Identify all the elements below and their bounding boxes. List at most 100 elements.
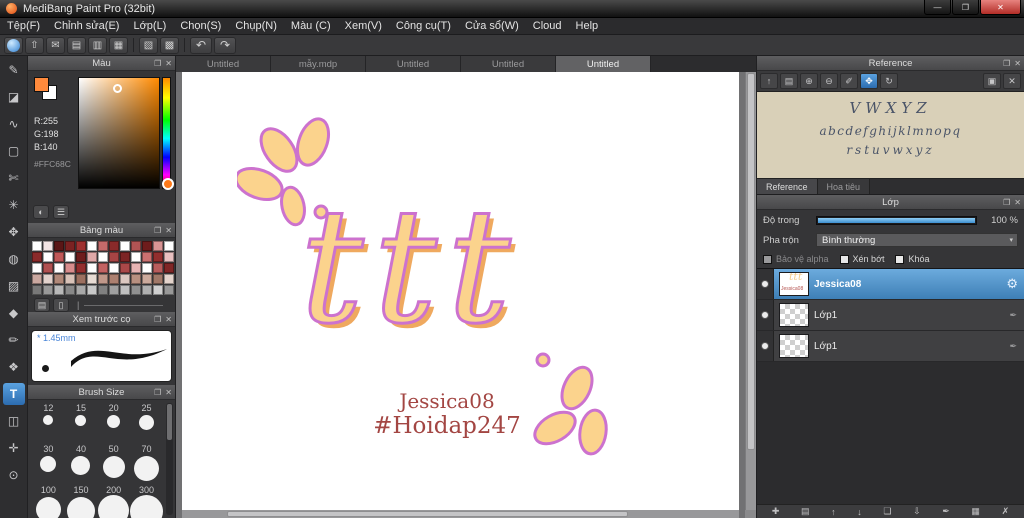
menu-item-cloud[interactable]: Cloud: [526, 18, 569, 34]
palette-swatch[interactable]: [32, 263, 42, 273]
palette-swatch[interactable]: [164, 285, 174, 295]
palette-swatch[interactable]: [32, 274, 42, 284]
palette-swatch[interactable]: [109, 274, 119, 284]
canvas-horizontal-scrollbar[interactable]: [182, 510, 739, 518]
palette-swatch[interactable]: [98, 263, 108, 273]
tab-untitled-2[interactable]: Untitled: [366, 56, 461, 72]
move-up-icon[interactable]: ↑: [831, 507, 836, 517]
palette-swatch[interactable]: [54, 252, 64, 262]
move-tool-icon[interactable]: ✥: [3, 221, 25, 243]
menu-item-lop[interactable]: Lớp(L): [126, 18, 173, 34]
brush-size-option[interactable]: 30: [32, 444, 65, 485]
popout-icon[interactable]: ❐: [1003, 198, 1010, 207]
brush-size-option[interactable]: 100: [32, 485, 65, 518]
brush-size-option[interactable]: 15: [65, 403, 98, 444]
palette-swatch[interactable]: [109, 285, 119, 295]
pages-button[interactable]: ▥: [88, 36, 107, 54]
reference-close-icon[interactable]: ✕: [1003, 73, 1021, 89]
redo-button[interactable]: ↷: [214, 36, 236, 54]
merge-icon[interactable]: ⇩: [913, 506, 921, 517]
brush-size-option[interactable]: 12: [32, 403, 65, 444]
palette-swatch[interactable]: [142, 252, 152, 262]
menu-item-help[interactable]: Help: [569, 18, 606, 34]
palette-swatch[interactable]: [142, 263, 152, 273]
brush-size-option[interactable]: 200: [97, 485, 130, 518]
scrollbar-thumb[interactable]: [226, 511, 628, 517]
menu-item-tep[interactable]: Tệp(F): [0, 18, 47, 34]
text-tool-icon[interactable]: T: [2, 383, 25, 405]
palette-swatch[interactable]: [54, 263, 64, 273]
palette-swatch[interactable]: [43, 241, 53, 251]
palette-swatch[interactable]: [131, 285, 141, 295]
brush-size-option[interactable]: 20: [97, 403, 130, 444]
palette-swatch[interactable]: [65, 274, 75, 284]
minimize-button[interactable]: —: [924, 0, 951, 15]
zoom-tool-icon[interactable]: ⊙: [3, 464, 25, 486]
tab-hoa-tieu[interactable]: Hoa tiêu: [817, 179, 871, 194]
palette-swatch[interactable]: [76, 263, 86, 273]
palette-swatch[interactable]: [65, 263, 75, 273]
blend-mode-select[interactable]: Bình thường ▾: [816, 233, 1018, 247]
hand-icon[interactable]: ✥: [860, 73, 878, 89]
tab-untitled-4[interactable]: Untitled: [556, 56, 651, 72]
palette-swatch[interactable]: [87, 263, 97, 273]
palette-swatch[interactable]: [153, 252, 163, 262]
close-icon[interactable]: ✕: [1014, 59, 1021, 68]
eraser-tool-icon[interactable]: ◪: [3, 86, 25, 108]
lock-checkbox[interactable]: [895, 254, 905, 264]
close-icon[interactable]: ✕: [165, 226, 172, 235]
select-pen-tool-icon[interactable]: ✏: [3, 329, 25, 351]
brush-size-option[interactable]: 300: [130, 485, 163, 518]
palette-swatch[interactable]: [98, 252, 108, 262]
new-page-button[interactable]: ▤: [67, 36, 86, 54]
drawing-canvas[interactable]: ttt Jessica08 #Hoidap247: [182, 72, 739, 510]
tab-untitled-3[interactable]: Untitled: [461, 56, 556, 72]
palette-swatch[interactable]: [164, 241, 174, 251]
saturation-value-picker[interactable]: [78, 77, 160, 189]
reference-folder-icon[interactable]: ▤: [780, 73, 798, 89]
brush-size-option[interactable]: 150: [65, 485, 98, 518]
palette-swatch[interactable]: [120, 285, 130, 295]
delete-layer-icon[interactable]: ✗: [1002, 506, 1010, 517]
palette-swatch[interactable]: [65, 252, 75, 262]
popout-icon[interactable]: ❐: [1003, 59, 1010, 68]
undo-button[interactable]: ↶: [190, 36, 212, 54]
palette-swatch[interactable]: [54, 274, 64, 284]
export-button[interactable]: ⇧: [25, 36, 44, 54]
palette-swatch[interactable]: [87, 241, 97, 251]
picker-marker[interactable]: [113, 84, 122, 93]
scrollbar-thumb[interactable]: [747, 73, 755, 450]
palette-swatch[interactable]: [76, 252, 86, 262]
brush-size-option[interactable]: 70: [130, 444, 163, 485]
palette-swatch[interactable]: [32, 285, 42, 295]
color-wheel-icon[interactable]: ◐: [33, 205, 49, 219]
palette-swatch[interactable]: [131, 241, 141, 251]
popout-icon[interactable]: ❐: [154, 59, 161, 68]
canvas-vertical-scrollbar[interactable]: [745, 72, 756, 510]
close-icon[interactable]: ✕: [165, 59, 172, 68]
add-swatch-icon[interactable]: ▤: [34, 298, 50, 312]
protect-alpha-checkbox[interactable]: [763, 254, 772, 264]
zoom-out-icon[interactable]: ⊖: [820, 73, 838, 89]
layer-row-lop1-b[interactable]: Lớp1 ✒: [757, 331, 1024, 362]
opacity-slider[interactable]: [816, 215, 977, 225]
menu-item-chon[interactable]: Chọn(S): [173, 18, 228, 34]
palette-swatch[interactable]: [32, 241, 42, 251]
close-icon[interactable]: ✕: [165, 315, 172, 324]
layer-visibility[interactable]: [757, 269, 774, 299]
palette-swatch[interactable]: [120, 274, 130, 284]
palette-swatch[interactable]: [87, 274, 97, 284]
layer-visibility[interactable]: [757, 331, 774, 361]
tab-untitled-1[interactable]: Untitled: [176, 56, 271, 72]
palette-swatch[interactable]: [120, 241, 130, 251]
lasso-tool-icon[interactable]: ✄: [3, 167, 25, 189]
hue-marker[interactable]: [162, 178, 174, 190]
palette-swatch[interactable]: [65, 241, 75, 251]
palette-swatch[interactable]: [109, 263, 119, 273]
tiles-button[interactable]: ▩: [160, 36, 179, 54]
palette-swatch[interactable]: [54, 285, 64, 295]
palette-swatch[interactable]: [76, 285, 86, 295]
palette-swatch[interactable]: [76, 274, 86, 284]
palette-swatch[interactable]: [43, 285, 53, 295]
palette-swatch[interactable]: [142, 285, 152, 295]
